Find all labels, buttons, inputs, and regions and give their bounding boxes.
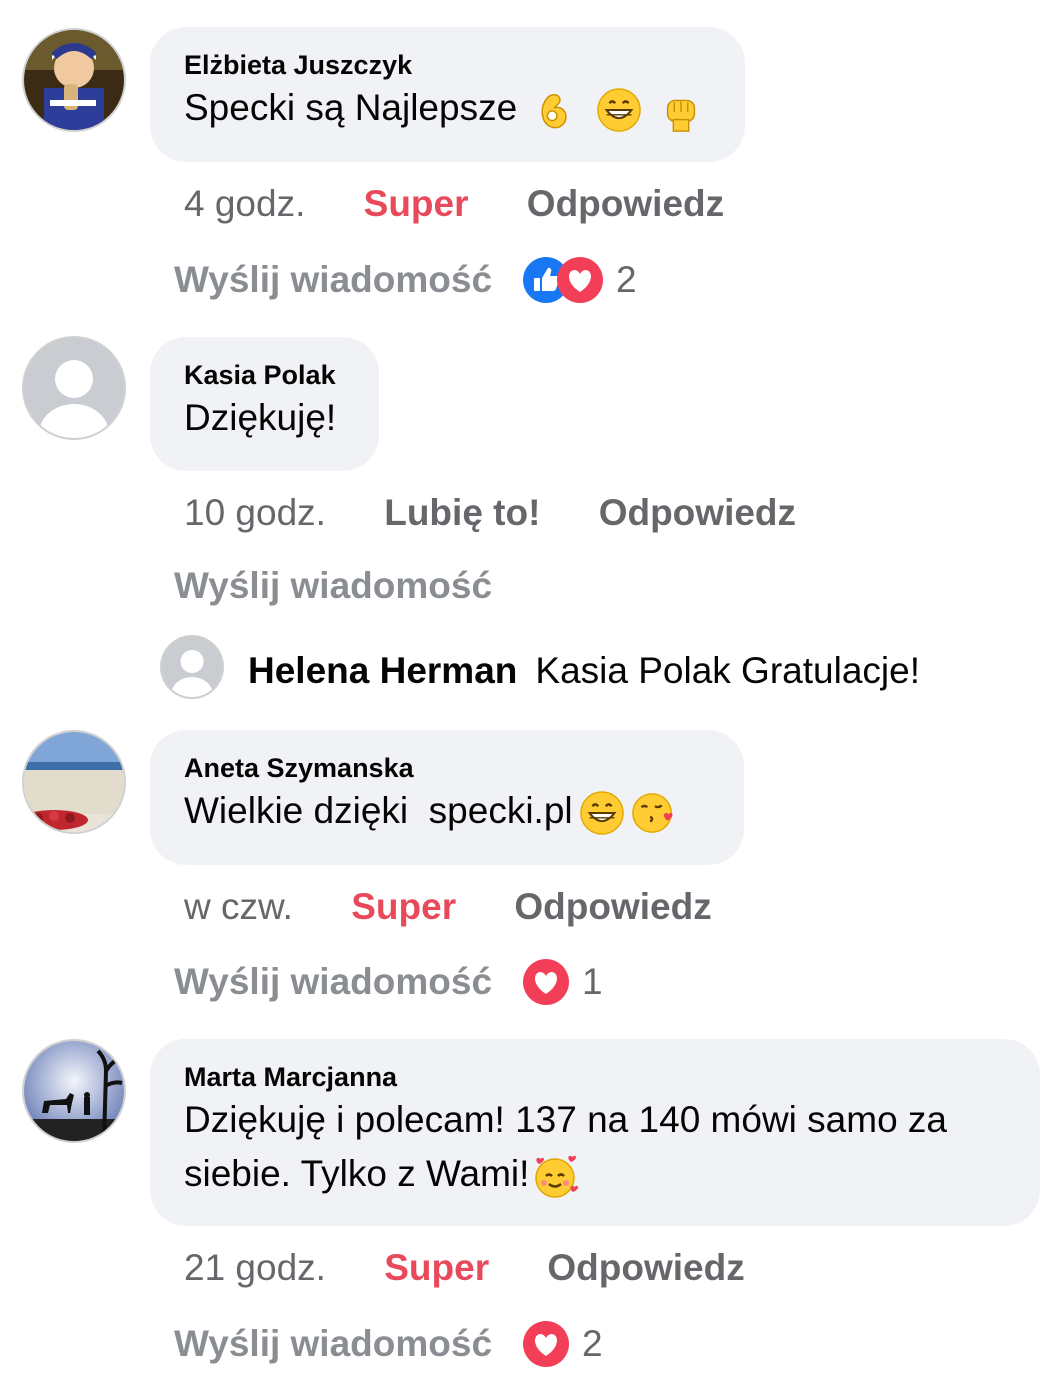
like-button[interactable]: Lubię to! <box>384 492 540 533</box>
comment-time[interactable]: 10 godz. <box>184 492 326 533</box>
comment-text-line-1: Dziękuję i polecam! 137 na 140 mówi samo… <box>184 1099 947 1140</box>
reaction-count: 2 <box>616 259 637 300</box>
reply-author[interactable]: Helena Herman <box>248 650 517 691</box>
reaction-button[interactable]: Super <box>351 886 456 927</box>
comment-time[interactable]: w czw. <box>184 886 293 927</box>
reaction-summary[interactable]: 1 <box>522 958 603 1006</box>
message-row: Wyślij wiadomość 2 <box>174 1320 603 1368</box>
comment-bubble: Kasia Polak Dziękuję! <box>150 337 379 471</box>
comment-actions: 4 godz. Super Odpowiedz <box>184 182 772 226</box>
reaction-button[interactable]: Super <box>384 1247 489 1288</box>
reply-preview[interactable]: Helena Herman Kasia Polak Gratulacje! <box>248 649 920 693</box>
comment-text-body: Wielkie dzięki specki.pl <box>184 790 573 831</box>
comment-author[interactable]: Kasia Polak <box>184 359 345 391</box>
comment-text-line-2-row: siebie. Tylko z Wami! <box>184 1147 1006 1201</box>
reaction-summary[interactable]: 2 <box>522 1320 603 1368</box>
send-message-link[interactable]: Wyślij wiadomość <box>174 960 492 1004</box>
send-message-link[interactable]: Wyślij wiadomość <box>174 1322 492 1366</box>
default-avatar-body <box>171 676 213 697</box>
comment-actions: 21 godz. Super Odpowiedz <box>184 1246 793 1290</box>
comment-text: Dziękuję i polecam! 137 na 140 mówi samo… <box>184 1093 1006 1201</box>
reaction-button[interactable]: Super <box>364 183 469 224</box>
comment-text-body: Specki są Najlepsze <box>184 87 518 128</box>
ok-hand-emoji <box>533 87 579 133</box>
love-icon <box>556 256 604 304</box>
send-message-link[interactable]: Wyślij wiadomość <box>174 564 492 608</box>
reply-text: Kasia Polak Gratulacje! <box>535 650 920 691</box>
grinning-emoji <box>579 790 625 836</box>
love-icon <box>522 1320 570 1368</box>
message-row: Wyślij wiadomość 1 <box>174 958 603 1006</box>
comment-bubble: Marta Marcjanna Dziękuję i polecam! 137 … <box>150 1039 1040 1226</box>
default-avatar-head <box>55 360 93 398</box>
comment-text: Specki są Najlepsze <box>184 81 711 135</box>
message-row: Wyślij wiadomość 2 <box>174 256 637 304</box>
reaction-summary[interactable]: 2 <box>522 256 637 304</box>
love-icon <box>522 958 570 1006</box>
comment-author[interactable]: Elżbieta Juszczyk <box>184 49 711 81</box>
comment-text: Dziękuję! <box>184 397 337 438</box>
comment-text-line-2: siebie. Tylko z Wami! <box>184 1153 530 1194</box>
avatar[interactable] <box>22 28 126 132</box>
comment-actions: 10 godz. Lubię to! Odpowiedz <box>184 491 844 535</box>
comment-actions: w czw. Super Odpowiedz <box>184 885 760 929</box>
comment-author[interactable]: Marta Marcjanna <box>184 1061 1006 1093</box>
reply-button[interactable]: Odpowiedz <box>514 886 711 927</box>
comment-author[interactable]: Aneta Szymanska <box>184 752 710 784</box>
kissing-emoji <box>631 790 677 836</box>
avatar[interactable] <box>160 635 224 699</box>
fist-emoji <box>658 87 704 133</box>
reply-button[interactable]: Odpowiedz <box>547 1247 744 1288</box>
comment-text: Wielkie dzięki specki.pl <box>184 784 710 838</box>
comment-time[interactable]: 4 godz. <box>184 183 305 224</box>
comment-bubble: Elżbieta Juszczyk Specki są Najlepsze <box>150 27 745 162</box>
reply-button[interactable]: Odpowiedz <box>599 492 796 533</box>
default-avatar-head <box>180 650 204 673</box>
avatar[interactable] <box>22 336 126 440</box>
send-message-link[interactable]: Wyślij wiadomość <box>174 258 492 302</box>
smiling-hearts-emoji <box>531 1152 579 1200</box>
reaction-count: 1 <box>582 961 603 1002</box>
default-avatar-body <box>39 404 109 438</box>
reaction-count: 2 <box>582 1323 603 1364</box>
message-row: Wyślij wiadomość <box>174 564 492 608</box>
avatar[interactable] <box>22 1039 126 1143</box>
comment-bubble: Aneta Szymanska Wielkie dzięki specki.pl <box>150 730 744 865</box>
grinning-emoji <box>596 87 642 133</box>
reply-button[interactable]: Odpowiedz <box>527 183 724 224</box>
comment-time[interactable]: 21 godz. <box>184 1247 326 1288</box>
avatar[interactable] <box>22 730 126 834</box>
